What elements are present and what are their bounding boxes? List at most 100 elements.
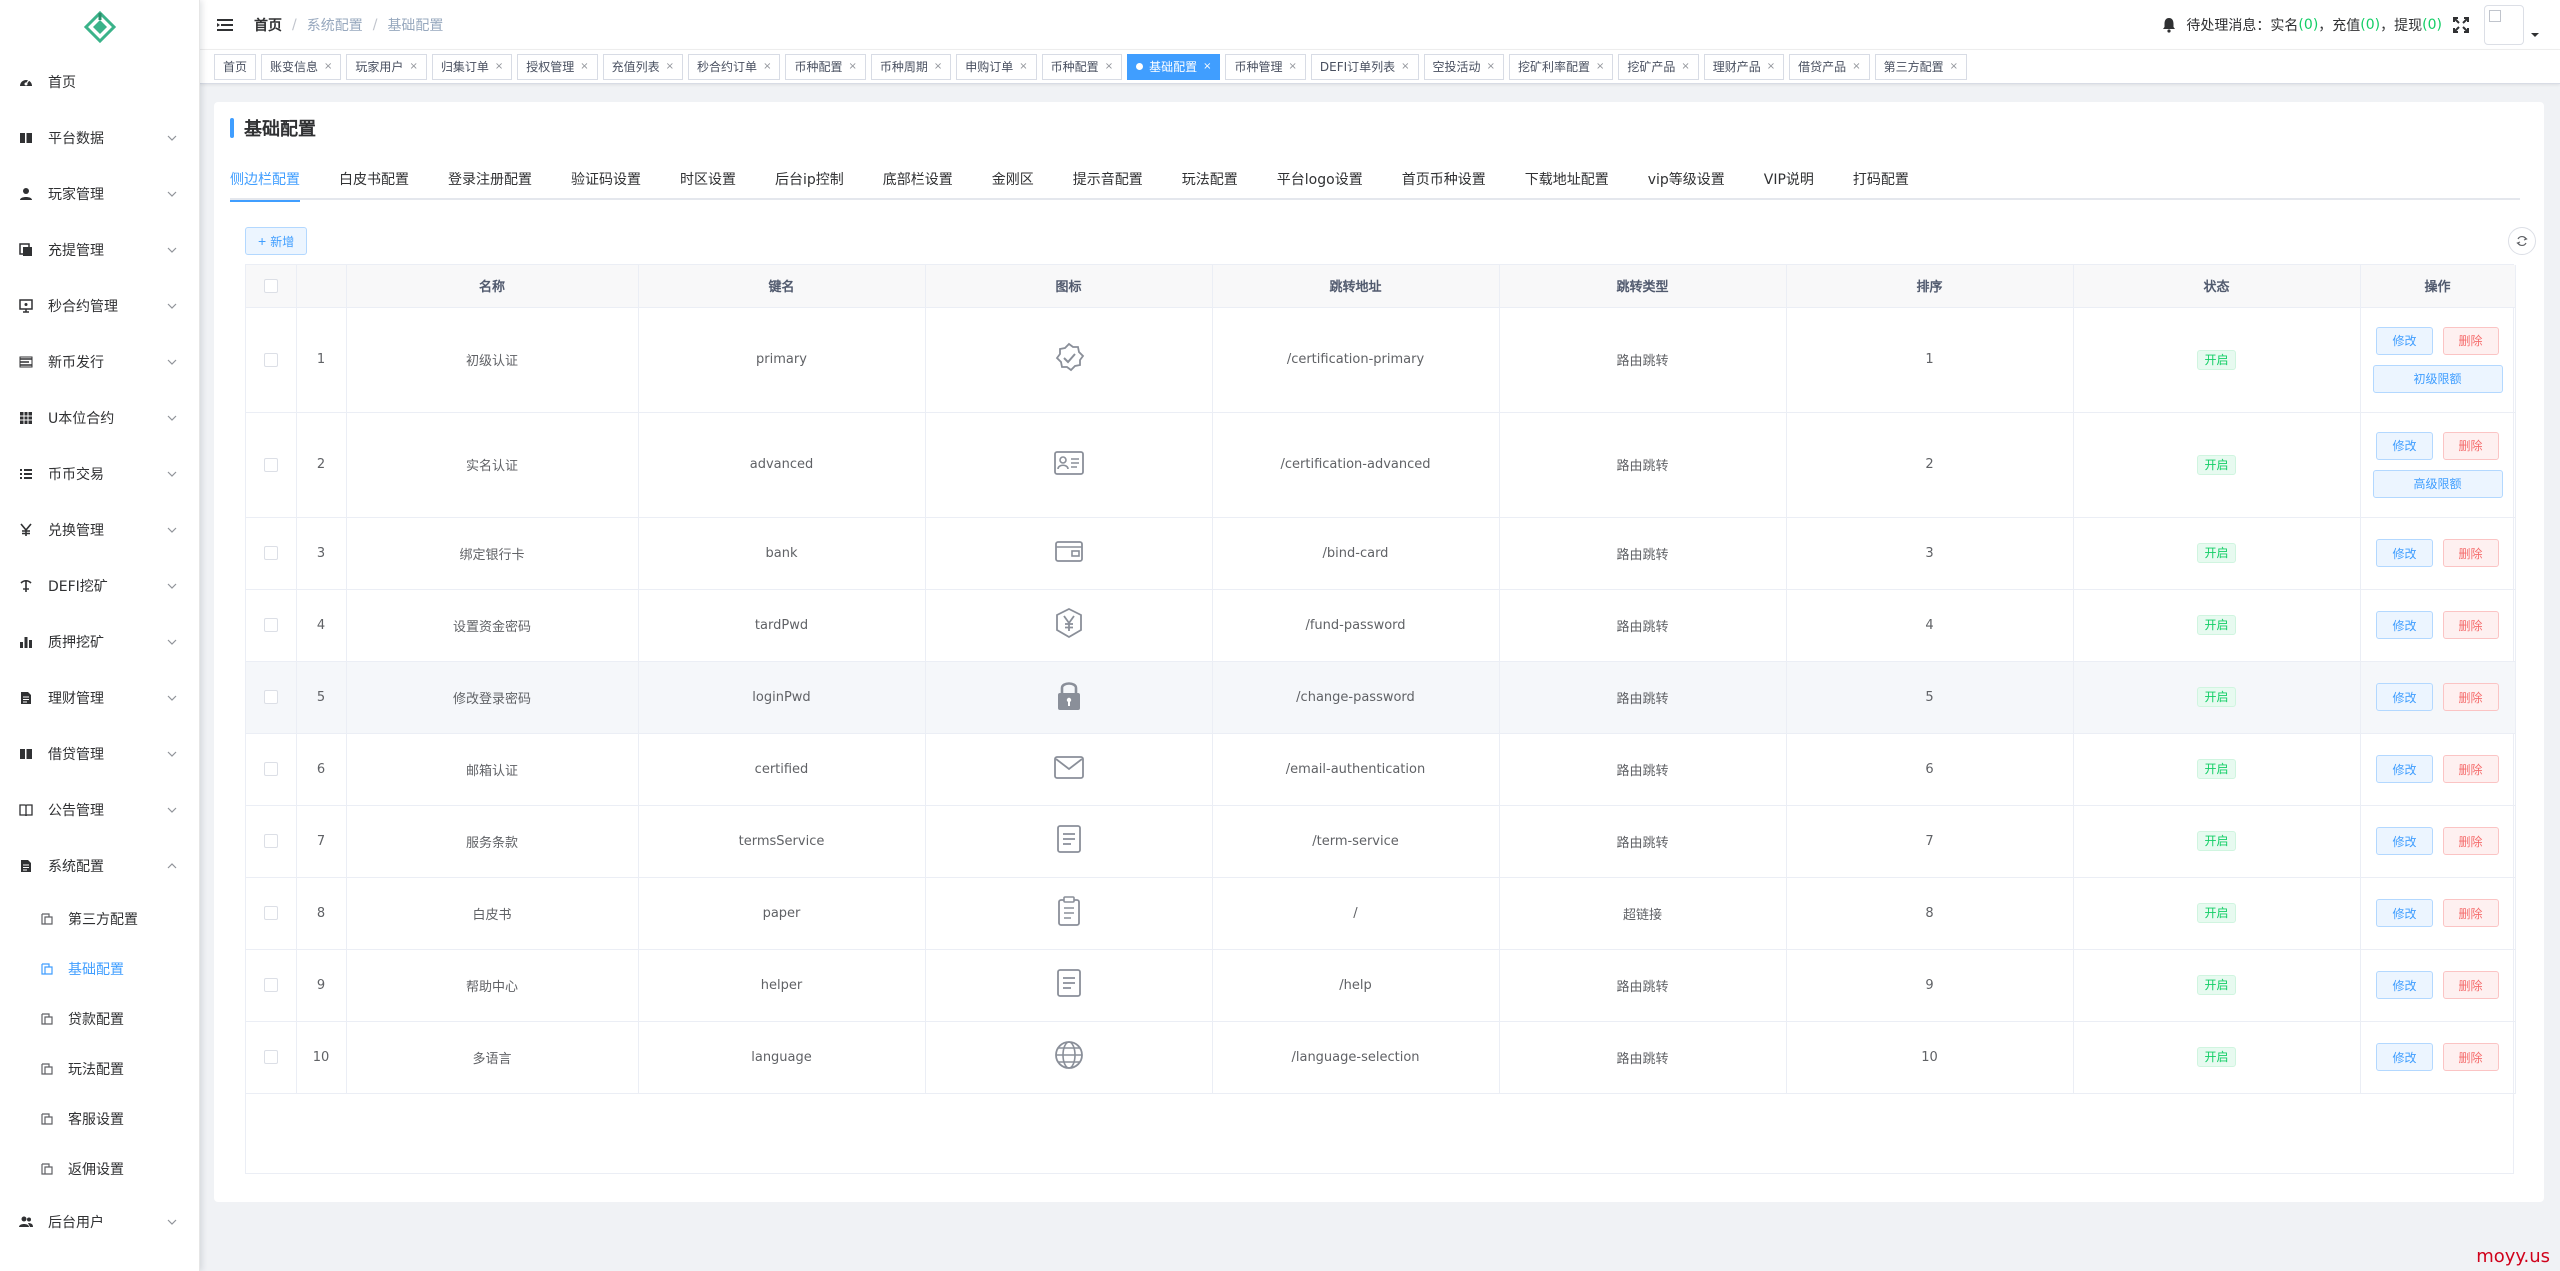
logo[interactable]: [0, 0, 199, 54]
sidebar-item-2[interactable]: 玩家管理: [0, 166, 199, 222]
tag-12[interactable]: 币种管理 ×: [1225, 53, 1306, 80]
withdraw-label[interactable]: 提现: [2394, 15, 2422, 35]
realname-count[interactable]: 0: [2304, 17, 2313, 33]
sidebar-item-14[interactable]: 系统配置: [0, 838, 199, 894]
tag-19[interactable]: 第三方配置 ×: [1874, 53, 1967, 80]
tag-8[interactable]: 币种周期 ×: [870, 53, 952, 80]
close-icon[interactable]: ×: [848, 55, 856, 79]
close-icon[interactable]: ×: [1950, 55, 1958, 79]
tag-0[interactable]: 首页: [214, 53, 257, 80]
caret-down-icon[interactable]: [2530, 30, 2540, 40]
avatar[interactable]: [2484, 5, 2524, 45]
hamburger-icon[interactable]: [216, 16, 234, 34]
limit-button[interactable]: 初级限额: [2372, 364, 2503, 393]
breadcrumb-item-home[interactable]: 首页: [254, 15, 282, 35]
tab-13[interactable]: vip等级设置: [1648, 160, 1725, 200]
fullscreen-icon[interactable]: [2452, 16, 2470, 34]
row-checkbox[interactable]: [263, 457, 278, 472]
sidebar-item-11[interactable]: 理财管理: [0, 670, 199, 726]
delete-button[interactable]: 删除: [2442, 326, 2499, 355]
recharge-label[interactable]: 充值: [2332, 15, 2360, 35]
submenu-item-2[interactable]: 贷款配置: [0, 994, 199, 1044]
tag-18[interactable]: 借贷产品 ×: [1789, 53, 1870, 80]
close-icon[interactable]: ×: [1767, 55, 1775, 79]
close-icon[interactable]: ×: [580, 55, 588, 79]
close-icon[interactable]: ×: [495, 55, 503, 79]
delete-button[interactable]: 删除: [2442, 683, 2499, 711]
sidebar-item-12[interactable]: 借贷管理: [0, 726, 199, 782]
tab-7[interactable]: 金刚区: [992, 160, 1034, 200]
close-icon[interactable]: ×: [934, 55, 942, 79]
submenu-item-1[interactable]: 基础配置: [0, 944, 199, 994]
delete-button[interactable]: 删除: [2442, 539, 2499, 567]
recharge-count[interactable]: 0: [2366, 17, 2375, 33]
sidebar-item-6[interactable]: U本位合约: [0, 390, 199, 446]
edit-button[interactable]: 修改: [2376, 326, 2433, 355]
delete-button[interactable]: 删除: [2442, 971, 2499, 999]
refresh-button[interactable]: [2508, 227, 2536, 255]
submenu-item-0[interactable]: 第三方配置: [0, 894, 199, 944]
tab-10[interactable]: 平台logo设置: [1277, 160, 1363, 200]
tab-4[interactable]: 时区设置: [680, 160, 736, 200]
realname-label[interactable]: 实名: [2270, 15, 2298, 35]
tab-15[interactable]: 打码配置: [1853, 160, 1909, 200]
edit-button[interactable]: 修改: [2376, 431, 2433, 460]
tab-12[interactable]: 下载地址配置: [1525, 160, 1609, 200]
table-row[interactable]: 3 绑定银行卡 bank/bind-card 路由跳转 3 开启 修改 删除: [246, 517, 2516, 590]
row-checkbox[interactable]: [263, 834, 278, 848]
sidebar-item-4[interactable]: 秒合约管理: [0, 278, 199, 334]
delete-button[interactable]: 删除: [2442, 431, 2499, 460]
delete-button[interactable]: 删除: [2442, 827, 2499, 855]
delete-button[interactable]: 删除: [2442, 899, 2499, 927]
close-icon[interactable]: ×: [763, 55, 771, 79]
tag-4[interactable]: 授权管理 ×: [517, 53, 598, 80]
edit-button[interactable]: 修改: [2376, 539, 2433, 567]
close-icon[interactable]: ×: [666, 55, 674, 79]
table-row[interactable]: 8 白皮书 paper / 超链接 8 开启 修改 删除: [246, 877, 2516, 950]
withdraw-count[interactable]: 0: [2428, 17, 2437, 33]
tab-6[interactable]: 底部栏设置: [883, 160, 953, 200]
tag-16[interactable]: 挖矿产品 ×: [1618, 53, 1699, 80]
table-row[interactable]: 10 多语言 language/language-selection 路由跳转 10 开启…: [246, 1021, 2516, 1094]
tag-11[interactable]: 基础配置 ×: [1127, 53, 1221, 80]
edit-button[interactable]: 修改: [2376, 1043, 2433, 1071]
close-icon[interactable]: ×: [1487, 55, 1495, 79]
row-checkbox[interactable]: [263, 1050, 278, 1064]
edit-button[interactable]: 修改: [2376, 611, 2433, 639]
close-icon[interactable]: ×: [1203, 55, 1211, 79]
sidebar-item-after-1[interactable]: 系统监控: [0, 1250, 199, 1271]
table-row[interactable]: 6 邮箱认证 certified/email-authentication 路由跳转 6…: [246, 733, 2516, 806]
sidebar-item-8[interactable]: 兑换管理: [0, 502, 199, 558]
edit-button[interactable]: 修改: [2376, 971, 2433, 999]
bell-icon[interactable]: [2160, 16, 2178, 34]
table-row[interactable]: 5 修改登录密码 loginPwd/change-password 路由跳转 5 开启 修改…: [246, 661, 2516, 734]
close-icon[interactable]: ×: [1289, 55, 1297, 79]
tag-10[interactable]: 币种配置 ×: [1041, 53, 1123, 80]
tab-8[interactable]: 提示音配置: [1073, 160, 1143, 200]
submenu-item-3[interactable]: 玩法配置: [0, 1044, 199, 1094]
breadcrumb-item-system[interactable]: 系统配置: [307, 15, 363, 35]
close-icon[interactable]: ×: [1105, 55, 1113, 79]
sidebar-item-10[interactable]: 质押挖矿: [0, 614, 199, 670]
row-checkbox[interactable]: [263, 906, 278, 920]
row-checkbox[interactable]: [263, 690, 278, 704]
tab-1[interactable]: 白皮书配置: [339, 160, 409, 200]
row-checkbox[interactable]: [263, 352, 278, 367]
tab-0[interactable]: 侧边栏配置: [230, 160, 300, 202]
delete-button[interactable]: 删除: [2442, 1043, 2499, 1071]
sidebar-item-3[interactable]: 充提管理: [0, 222, 199, 278]
sidebar-item-5[interactable]: 新币发行: [0, 334, 199, 390]
row-checkbox[interactable]: [263, 978, 278, 992]
tab-3[interactable]: 验证码设置: [571, 160, 641, 200]
close-icon[interactable]: ×: [1401, 55, 1409, 79]
tag-5[interactable]: 充值列表 ×: [602, 53, 684, 80]
submenu-item-4[interactable]: 客服设置: [0, 1094, 199, 1144]
submenu-item-5[interactable]: 返佣设置: [0, 1144, 199, 1194]
tab-2[interactable]: 登录注册配置: [448, 160, 532, 200]
edit-button[interactable]: 修改: [2376, 827, 2433, 855]
close-icon[interactable]: ×: [324, 55, 332, 79]
tag-1[interactable]: 账变信息 ×: [261, 53, 342, 80]
edit-button[interactable]: 修改: [2376, 899, 2433, 927]
sidebar-item-after-0[interactable]: 后台用户: [0, 1194, 199, 1250]
tag-17[interactable]: 理财产品 ×: [1703, 53, 1785, 80]
